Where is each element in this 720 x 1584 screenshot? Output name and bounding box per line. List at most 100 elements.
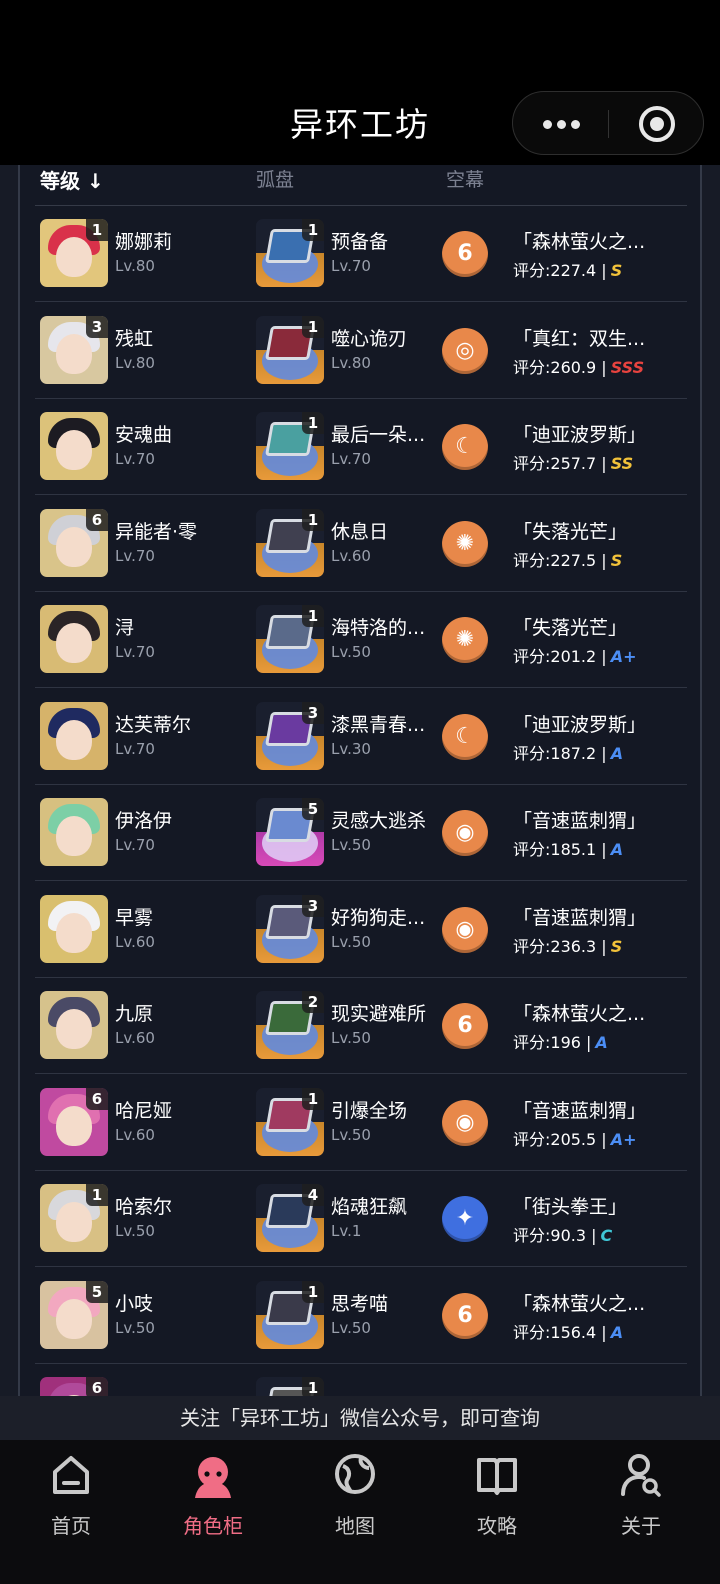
disc-thumbnail[interactable]: 1 <box>256 315 324 384</box>
table-row[interactable]: 6 哈尼娅 Lv.60 1 引爆全场 Lv.50 ◉ 「音速蓝刺猬」 评分:20… <box>35 1074 687 1171</box>
table-row[interactable]: 1 娜娜莉 Lv.80 1 预备备 Lv.70 6 「森林萤火之... 评分:2… <box>35 205 687 302</box>
table-row[interactable]: 6 异能者·零 Lv.70 1 休息日 Lv.60 ✺ 「失落光芒」 评分:22… <box>35 495 687 592</box>
avatar-face <box>56 1105 92 1146</box>
ring-drive-icon[interactable]: ◉ <box>442 906 488 953</box>
drive-score: 评分:90.3 | C <box>513 1222 612 1246</box>
more-icon[interactable] <box>539 114 585 134</box>
character-avatar[interactable]: 1 <box>40 1184 108 1252</box>
character-avatar[interactable] <box>40 701 108 770</box>
disc-level: Lv.50 <box>331 1029 371 1047</box>
tab-map[interactable]: 地图 <box>295 1452 415 1552</box>
grade-badge: A <box>610 1322 624 1342</box>
character-name: 娜娜莉 <box>115 231 173 253</box>
disc-thumbnail[interactable]: 1 <box>256 1087 324 1156</box>
disc-thumbnail[interactable]: 3 <box>256 894 324 963</box>
moon-drive-icon[interactable]: ☾ <box>442 424 488 470</box>
table-row[interactable]: 安魂曲 Lv.70 1 最后一朵... Lv.70 ☾ 「迪亚波罗斯」 评分:2… <box>35 398 687 495</box>
character-level: Lv.70 <box>115 450 155 468</box>
disc-thumbnail[interactable]: 1 <box>256 1377 324 1396</box>
disc-name: 现实避难所 <box>331 1003 427 1025</box>
sun-drive-icon[interactable]: ✺ <box>442 520 488 567</box>
table-row[interactable]: 达芙蒂尔 Lv.70 3 漆黑青春... Lv.30 ☾ 「迪亚波罗斯」 评分:… <box>35 688 687 785</box>
character-level: Lv.60 <box>115 932 155 951</box>
drive-header: 空幕 <box>446 169 485 191</box>
grade-badge: S <box>610 936 623 956</box>
character-avatar[interactable] <box>40 798 108 866</box>
grade-badge: A <box>610 743 624 763</box>
disc-rank-badge: 1 <box>302 1280 324 1303</box>
sun-drive-icon[interactable]: ✺ <box>442 617 488 663</box>
table-row[interactable]: 1 哈索尔 Lv.50 4 焰魂狂飙 Lv.1 ✦ 「街头拳王」 评分:90.3… <box>35 1170 687 1267</box>
moon-drive-icon[interactable]: ☾ <box>442 713 488 760</box>
ring-drive-icon[interactable]: ◉ <box>442 1099 488 1146</box>
tab-home[interactable]: 首页 <box>11 1452 131 1552</box>
nav-bar: 异环工坊 <box>0 0 720 165</box>
disc-rank-badge: 1 <box>302 605 324 627</box>
disc-level: Lv.50 <box>331 643 371 661</box>
disc-rank-badge: 1 <box>302 412 324 434</box>
globe-icon <box>335 1454 375 1494</box>
drive-set-name: 「失落光芒」 <box>513 520 628 543</box>
ring-drive-icon[interactable]: ◉ <box>442 810 488 856</box>
avatar-face <box>56 912 92 953</box>
table-row[interactable]: 九原 Lv.60 2 现实避难所 Lv.50 6 「森林萤火之... 评分:19… <box>35 977 687 1074</box>
character-avatar[interactable]: 6 <box>40 1377 108 1396</box>
table-row[interactable]: 早雾 Lv.60 3 好狗狗走... Lv.50 ◉ 「音速蓝刺猬」 评分:23… <box>35 881 687 978</box>
disc-thumbnail[interactable]: 1 <box>256 219 324 287</box>
character-avatar[interactable]: 3 <box>40 315 108 384</box>
character-icon <box>195 1457 231 1498</box>
character-name: 小吱 <box>115 1292 154 1315</box>
drive-glyph: ◉ <box>455 916 475 942</box>
score-text: 评分:156.4 | <box>513 1322 607 1342</box>
sort-level-header[interactable]: 等级 ↓ <box>40 165 104 194</box>
character-level: Lv.80 <box>115 353 155 372</box>
table-row[interactable]: 6 1 <box>35 1363 687 1396</box>
disc-thumbnail[interactable]: 5 <box>256 798 324 866</box>
disc-thumbnail[interactable]: 1 <box>256 605 324 673</box>
disc-thumbnail[interactable]: 2 <box>256 991 324 1059</box>
table-row[interactable]: 3 残虹 Lv.80 1 噬心诡刃 Lv.80 ◎ 「真红：双生... 评分:2… <box>35 302 687 399</box>
character-level: Lv.50 <box>115 1318 155 1337</box>
character-level: Lv.60 <box>115 1125 155 1144</box>
character-avatar[interactable] <box>40 991 108 1059</box>
drive-set-name: 「音速蓝刺猬」 <box>513 810 647 832</box>
character-avatar[interactable]: 6 <box>40 1087 108 1156</box>
flame-drive-icon[interactable]: 6 <box>442 231 488 277</box>
user-search-icon <box>621 1454 661 1497</box>
flame-drive-icon[interactable]: 6 <box>442 1003 488 1049</box>
table-row[interactable]: 5 小吱 Lv.50 1 思考喵 Lv.50 6 「森林萤火之... 评分:15… <box>35 1267 687 1364</box>
disc-thumbnail[interactable]: 1 <box>256 412 324 480</box>
drive-glyph: ✺ <box>455 627 475 652</box>
table-row[interactable]: 浔 Lv.70 1 海特洛的... Lv.50 ✺ 「失落光芒」 评分:201.… <box>35 591 687 688</box>
tab-guide[interactable]: 攻略 <box>437 1452 557 1552</box>
spiral-drive-icon[interactable]: ◎ <box>442 327 488 374</box>
disc-thumbnail[interactable]: 3 <box>256 701 324 770</box>
tab-about[interactable]: 关于 <box>581 1452 701 1552</box>
grade-badge: S <box>610 550 623 570</box>
character-avatar[interactable] <box>40 412 108 480</box>
disc-thumbnail[interactable]: 4 <box>256 1184 324 1252</box>
character-avatar[interactable] <box>40 605 108 673</box>
character-level: Lv.60 <box>115 1029 155 1047</box>
character-rank-badge: 5 <box>86 1280 108 1303</box>
character-avatar[interactable] <box>40 894 108 963</box>
drive-glyph: ☾ <box>455 434 475 459</box>
disc-rank-badge: 1 <box>302 315 324 338</box>
disc-thumbnail[interactable]: 1 <box>256 1280 324 1349</box>
shuriken-drive-icon[interactable]: ✦ <box>442 1196 488 1242</box>
home-icon <box>53 1456 89 1494</box>
character-avatar[interactable]: 5 <box>40 1280 108 1349</box>
avatar-face <box>56 1009 92 1049</box>
character-avatar[interactable]: 6 <box>40 508 108 577</box>
flame-drive-icon[interactable]: 6 <box>442 1292 488 1339</box>
tab-character[interactable]: 角色柜 <box>153 1452 273 1552</box>
table-row[interactable]: 伊洛伊 Lv.70 5 灵感大逃杀 Lv.50 ◉ 「音速蓝刺猬」 评分:185… <box>35 784 687 881</box>
character-avatar[interactable]: 1 <box>40 219 108 287</box>
table-header: 等级 ↓ 弧盘 空幕 <box>0 165 720 205</box>
disc-thumbnail[interactable]: 1 <box>256 508 324 577</box>
character-list[interactable]: 等级 ↓ 弧盘 空幕 1 娜娜莉 Lv.80 1 预备备 Lv.70 6 「森林… <box>0 165 720 1396</box>
disc-level: Lv.70 <box>331 450 371 468</box>
drive-score: 评分:205.5 | A+ <box>513 1126 636 1150</box>
close-target-icon[interactable] <box>639 106 675 142</box>
character-rank-badge: 3 <box>86 315 108 338</box>
